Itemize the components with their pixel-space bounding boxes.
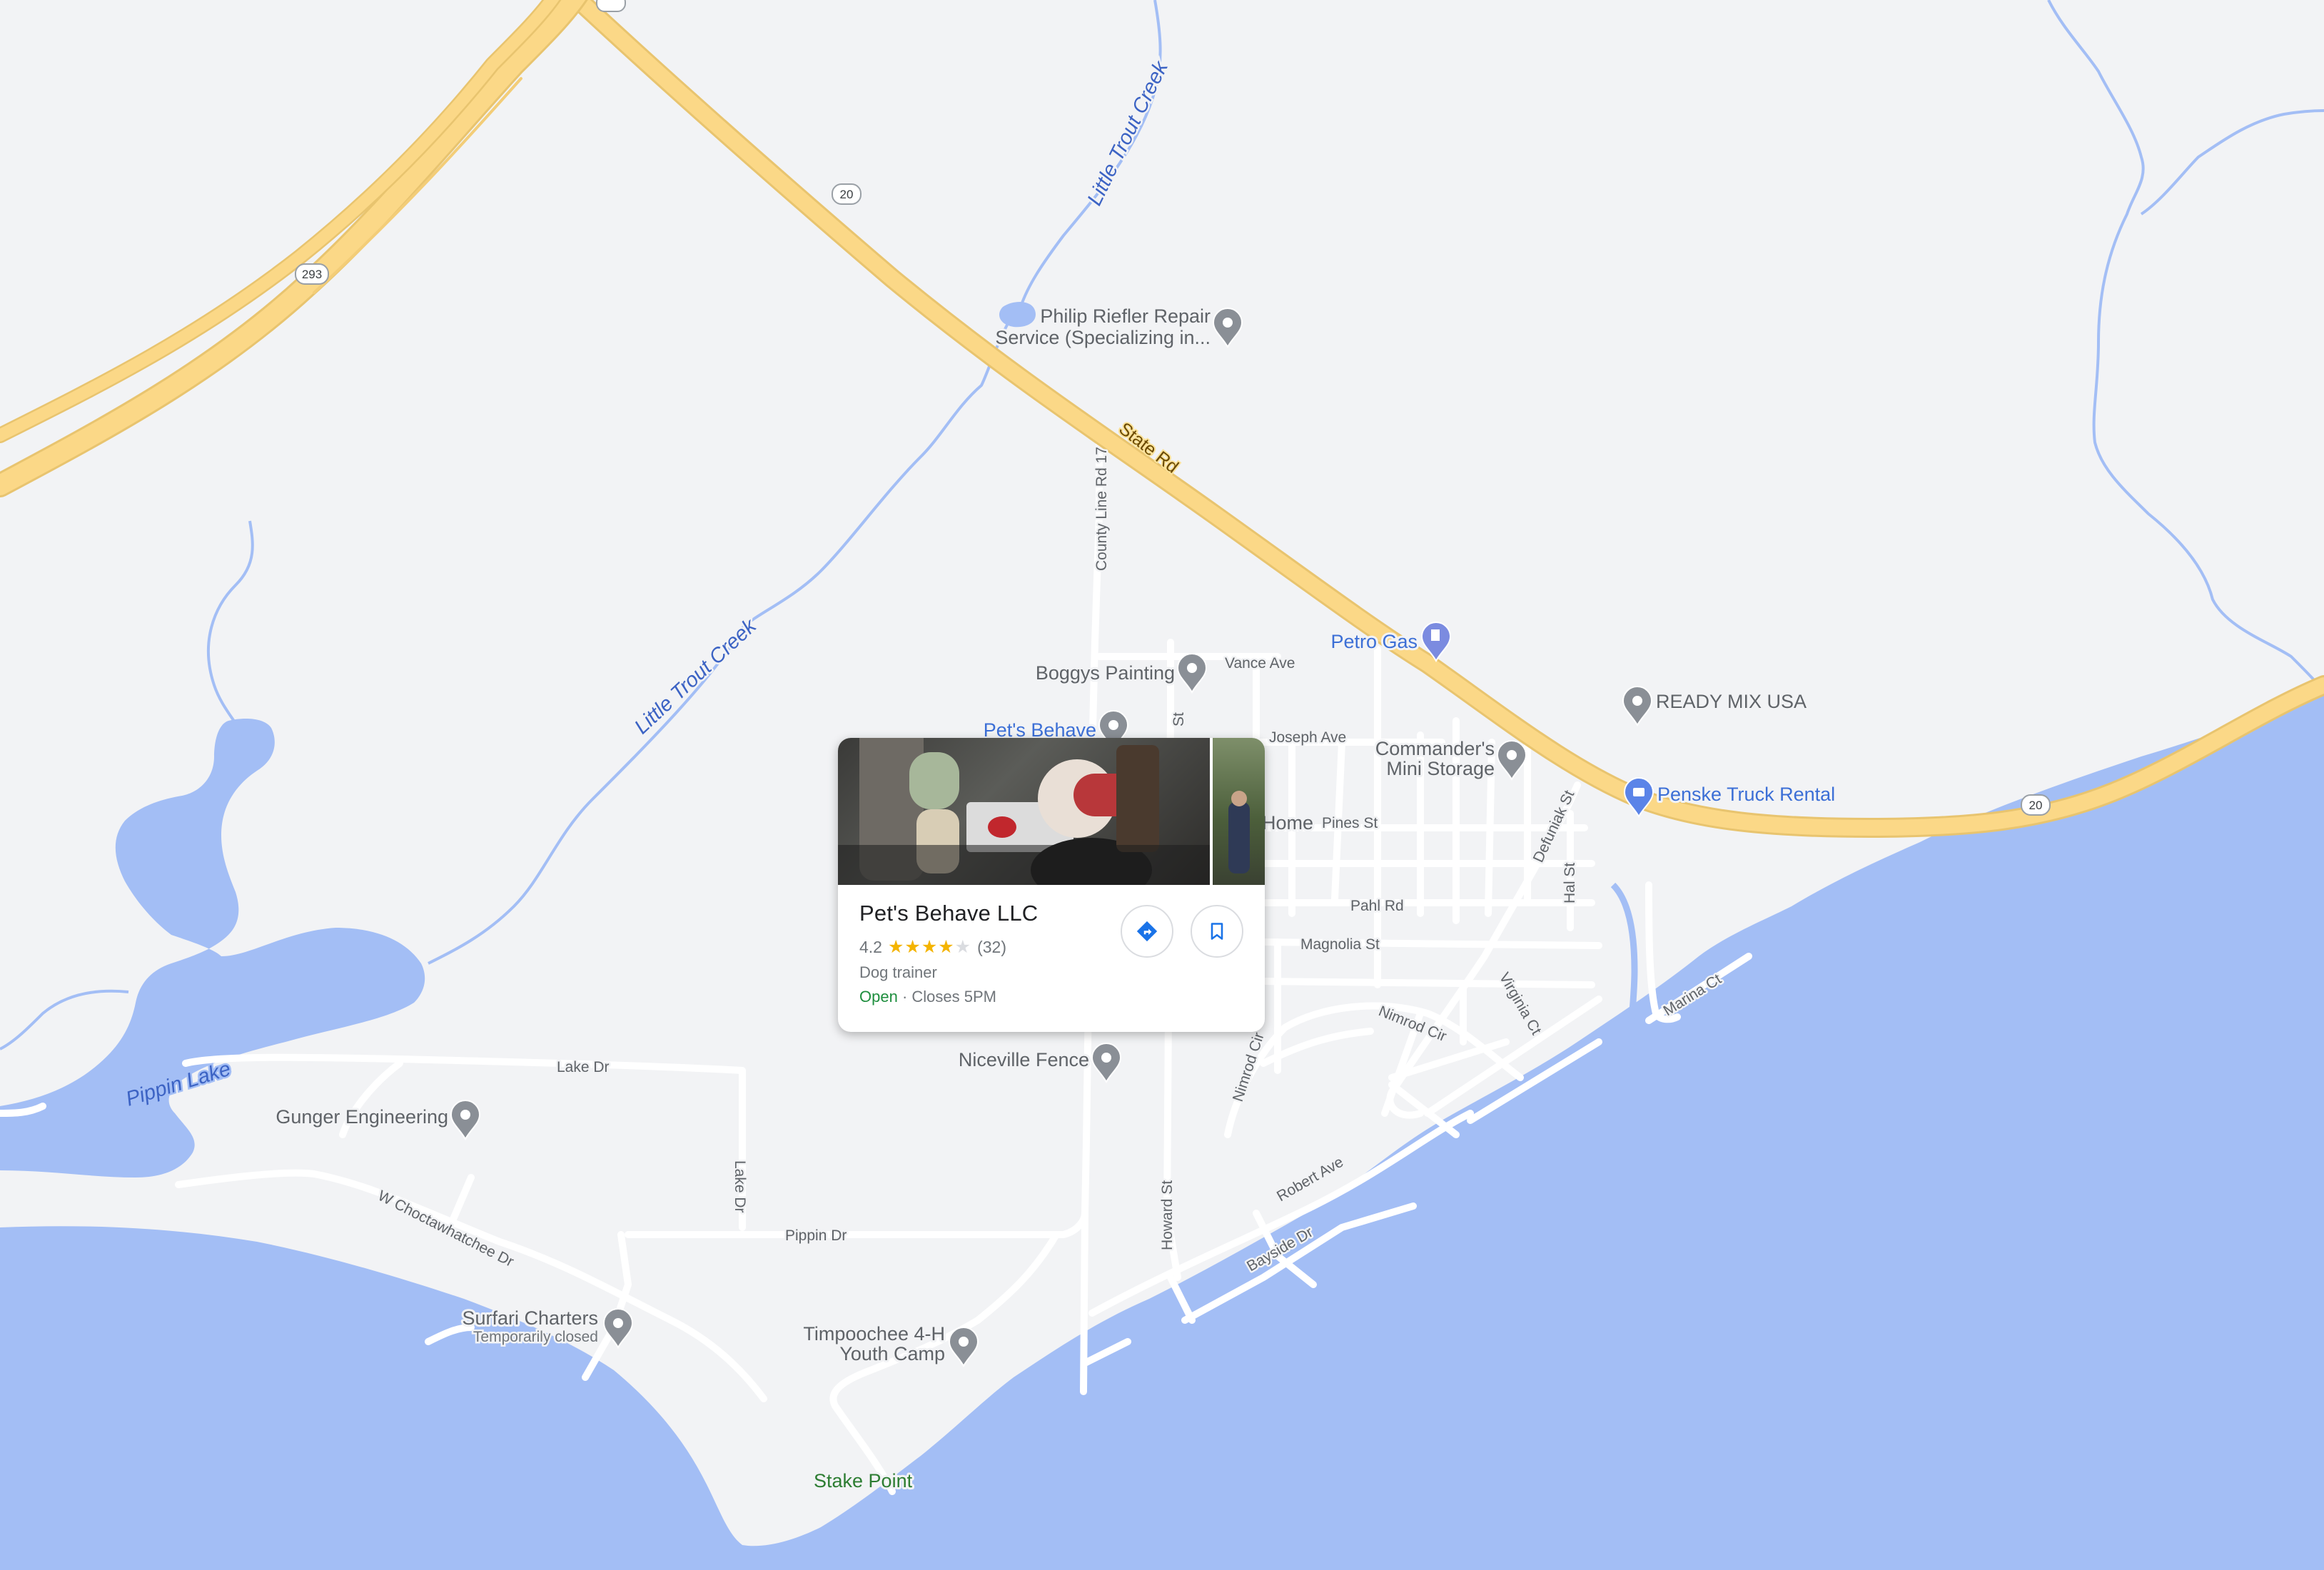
street-label-st: St bbox=[1171, 712, 1187, 726]
star-icon: ★ bbox=[887, 937, 905, 957]
star-rating-icons: ★★★★★ bbox=[888, 936, 971, 958]
star-icon: ★ bbox=[921, 937, 939, 957]
poi-label-timpoochee-2[interactable]: Youth Camp bbox=[837, 1341, 947, 1367]
poi-label-penske[interactable]: Penske Truck Rental bbox=[1655, 781, 1837, 807]
route-20-shield-east: 20 bbox=[2021, 794, 2051, 816]
place-category: Dog trainer bbox=[859, 963, 937, 981]
poi-label-gunger-engineering[interactable]: Gunger Engineering bbox=[273, 1104, 450, 1130]
place-photos[interactable] bbox=[838, 738, 1265, 885]
closing-time: Closes 5PM bbox=[911, 988, 996, 1006]
bookmark-icon bbox=[1211, 923, 1223, 940]
street-label-joseph-ave: Joseph Ave bbox=[1269, 729, 1346, 746]
street-label-howard-st: Howard St bbox=[1159, 1180, 1176, 1250]
place-title[interactable]: Pet's Behave LLC bbox=[859, 901, 1243, 926]
star-icon: ★ bbox=[904, 937, 921, 957]
directions-icon bbox=[1136, 921, 1158, 942]
place-info-card[interactable]: Pet's Behave LLC 4.2 ★★★★★ (32) Dog trai… bbox=[838, 738, 1265, 1032]
street-label-pines-st: Pines St bbox=[1322, 815, 1378, 831]
hours-row: Open · Closes 5PM bbox=[859, 988, 1243, 1006]
place-photo-secondary[interactable] bbox=[1212, 738, 1265, 885]
street-label-pahl-rd: Pahl Rd bbox=[1350, 898, 1404, 914]
street-label-pippin-dr: Pippin Dr bbox=[785, 1227, 847, 1244]
poi-label-philip-riefler-1[interactable]: Philip Riefler Repair bbox=[1038, 303, 1213, 329]
hours-separator: · bbox=[901, 988, 908, 1006]
poi-label-home[interactable]: Home bbox=[1260, 810, 1315, 836]
directions-button[interactable] bbox=[1121, 905, 1173, 958]
street-label-lake-dr-1: Lake Dr bbox=[557, 1059, 610, 1075]
street-label-lake-dr-2: Lake Dr bbox=[732, 1160, 748, 1213]
star-icon: ★ bbox=[938, 937, 955, 957]
open-status: Open bbox=[859, 988, 898, 1006]
rating-value: 4.2 bbox=[859, 937, 882, 956]
place-details: Pet's Behave LLC 4.2 ★★★★★ (32) Dog trai… bbox=[838, 885, 1265, 1006]
route-20-shield-north: 20 bbox=[832, 183, 862, 205]
poi-label-stake-point[interactable]: Stake Point bbox=[812, 1468, 915, 1494]
poi-label-petro-gas[interactable]: Petro Gas bbox=[1328, 629, 1420, 654]
svg-text:293: 293 bbox=[302, 268, 322, 281]
poi-status-surfari: Temporarily closed bbox=[473, 1329, 598, 1345]
save-button[interactable] bbox=[1191, 905, 1243, 958]
place-photo-main[interactable] bbox=[838, 738, 1210, 885]
poi-label-commanders-1[interactable]: Commander's bbox=[1373, 736, 1497, 761]
route-293-shield: 293 bbox=[295, 263, 329, 285]
poi-label-boggys-painting[interactable]: Boggys Painting bbox=[1034, 660, 1177, 686]
poi-label-ready-mix[interactable]: READY MIX USA bbox=[1654, 689, 1809, 714]
star-empty-icon: ★ bbox=[954, 937, 972, 957]
poi-label-timpoochee-1[interactable]: Timpoochee 4-H bbox=[801, 1321, 947, 1347]
poi-label-philip-riefler-2[interactable]: Service (Specializing in... bbox=[993, 325, 1213, 350]
svg-text:20: 20 bbox=[2029, 799, 2043, 812]
street-label-vance-ave: Vance Ave bbox=[1225, 655, 1295, 672]
svg-text:20: 20 bbox=[840, 188, 854, 201]
rating-row: 4.2 ★★★★★ (32) bbox=[859, 936, 1243, 958]
poi-label-surfari-charters[interactable]: Surfari Charters bbox=[460, 1305, 600, 1331]
street-label-county-line-rd: County Line Rd 17 bbox=[1093, 447, 1110, 571]
poi-label-commanders-2[interactable]: Mini Storage bbox=[1384, 756, 1497, 781]
review-count[interactable]: (32) bbox=[977, 938, 1006, 957]
street-label-magnolia-st: Magnolia St bbox=[1300, 936, 1380, 953]
poi-label-niceville-fence[interactable]: Niceville Fence bbox=[956, 1047, 1091, 1073]
street-label-hal-st: Hal St bbox=[1562, 863, 1578, 903]
route-shield-top bbox=[596, 0, 626, 12]
